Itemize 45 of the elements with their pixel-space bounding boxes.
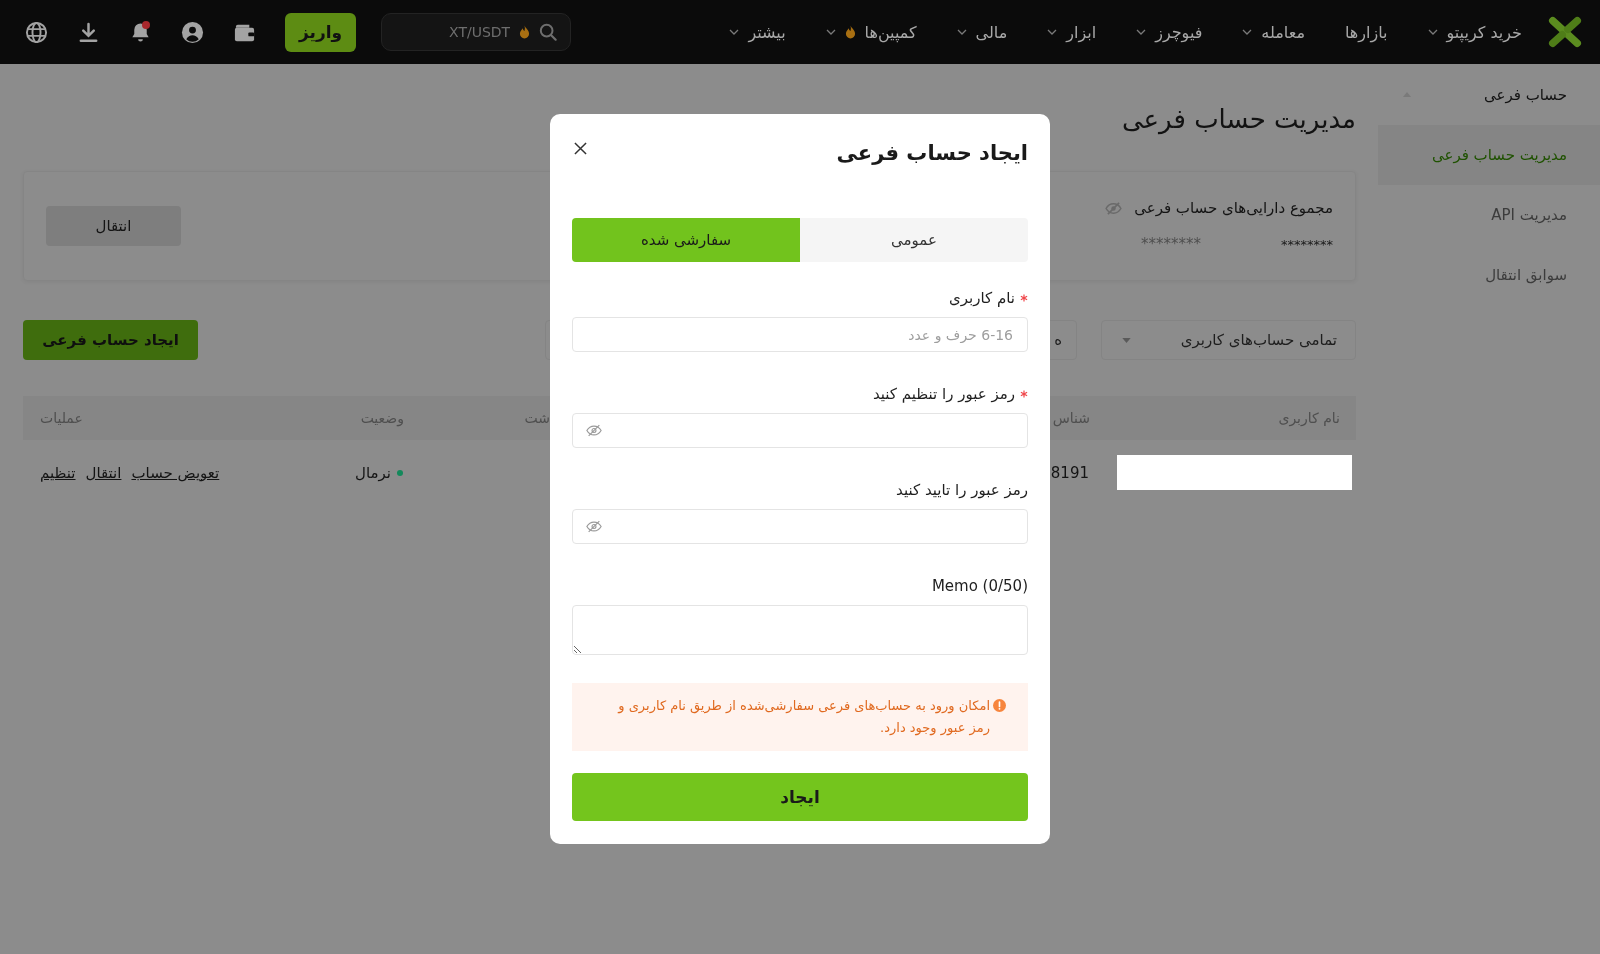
balance-value: ******** [1281, 237, 1333, 252]
close-icon[interactable] [574, 141, 587, 155]
memo-field[interactable] [572, 605, 1028, 655]
dialog-title: ایجاد حساب فرعی [836, 141, 1028, 165]
page-title: مدیریت حساب فرعی [1121, 103, 1356, 137]
eye-slash-icon[interactable] [586, 424, 602, 437]
nav-menu-item[interactable]: بازارها [1344, 22, 1388, 42]
create-button[interactable]: ایجاد [572, 773, 1028, 821]
field-label: Memo (0/50) [931, 577, 1028, 595]
nav-menu-item[interactable]: بیشتر [729, 22, 786, 42]
action-link[interactable]: انتقال [85, 463, 122, 482]
sidebar-group-header[interactable]: حساب فرعی [1378, 64, 1600, 125]
password-field[interactable] [572, 413, 1028, 448]
field-label: رمز عبور را تایید کنید [896, 481, 1028, 499]
nav-menu-item[interactable]: کمپین‌ها [825, 22, 917, 42]
nav-menu-item[interactable]: ابزار [1047, 22, 1097, 42]
dialog-tab[interactable]: سفارشی شده [572, 218, 800, 262]
action-link[interactable]: تعویض حساب [131, 463, 220, 482]
input-field[interactable]: 6-16 حرف و عدد [572, 317, 1028, 352]
user-icon[interactable] [181, 20, 204, 44]
nav-menu-item[interactable]: مالی [956, 22, 1008, 42]
notice-text: امکان ورود به حساب‌های فرعی سفارشی‌شده از طریق نام کاربری و رمز عبور وجود دارد. [616, 697, 990, 738]
account-filter-dropdown[interactable]: تمامی حساب‌های کاربری [1101, 320, 1356, 360]
field-label: نام کاربری [949, 289, 1015, 307]
eye-slash-icon[interactable] [586, 520, 602, 533]
status-text: نرمال [355, 463, 391, 482]
nav-menu-item[interactable]: خرید کریپتو [1427, 22, 1522, 42]
deposit-button[interactable]: واریز [285, 12, 357, 52]
exclamation-icon [993, 699, 1006, 712]
search-field[interactable]: XT/USDT [381, 13, 572, 51]
logo-icon[interactable] [1548, 16, 1582, 48]
dialog-tab[interactable]: عمومی [800, 218, 1028, 262]
nav-menu-item[interactable]: فیوچرز [1136, 22, 1203, 42]
balance-value: ******** [1141, 235, 1201, 253]
password-field[interactable] [572, 509, 1028, 544]
nav-menu-item[interactable]: معامله [1242, 22, 1305, 42]
card-title: مجموع دارایی‌های حساب فرعی [1134, 199, 1333, 217]
field-label: رمز عبور را تنظیم کنید [872, 385, 1015, 403]
download-icon[interactable] [77, 20, 100, 44]
table-cell: 8191 [1050, 463, 1089, 482]
globe-icon[interactable] [25, 20, 48, 44]
transfer-button[interactable]: انتقال [46, 206, 181, 246]
action-link[interactable]: تنظیم [40, 463, 76, 482]
caret-down-icon [1122, 337, 1131, 343]
search-icon [539, 23, 558, 41]
